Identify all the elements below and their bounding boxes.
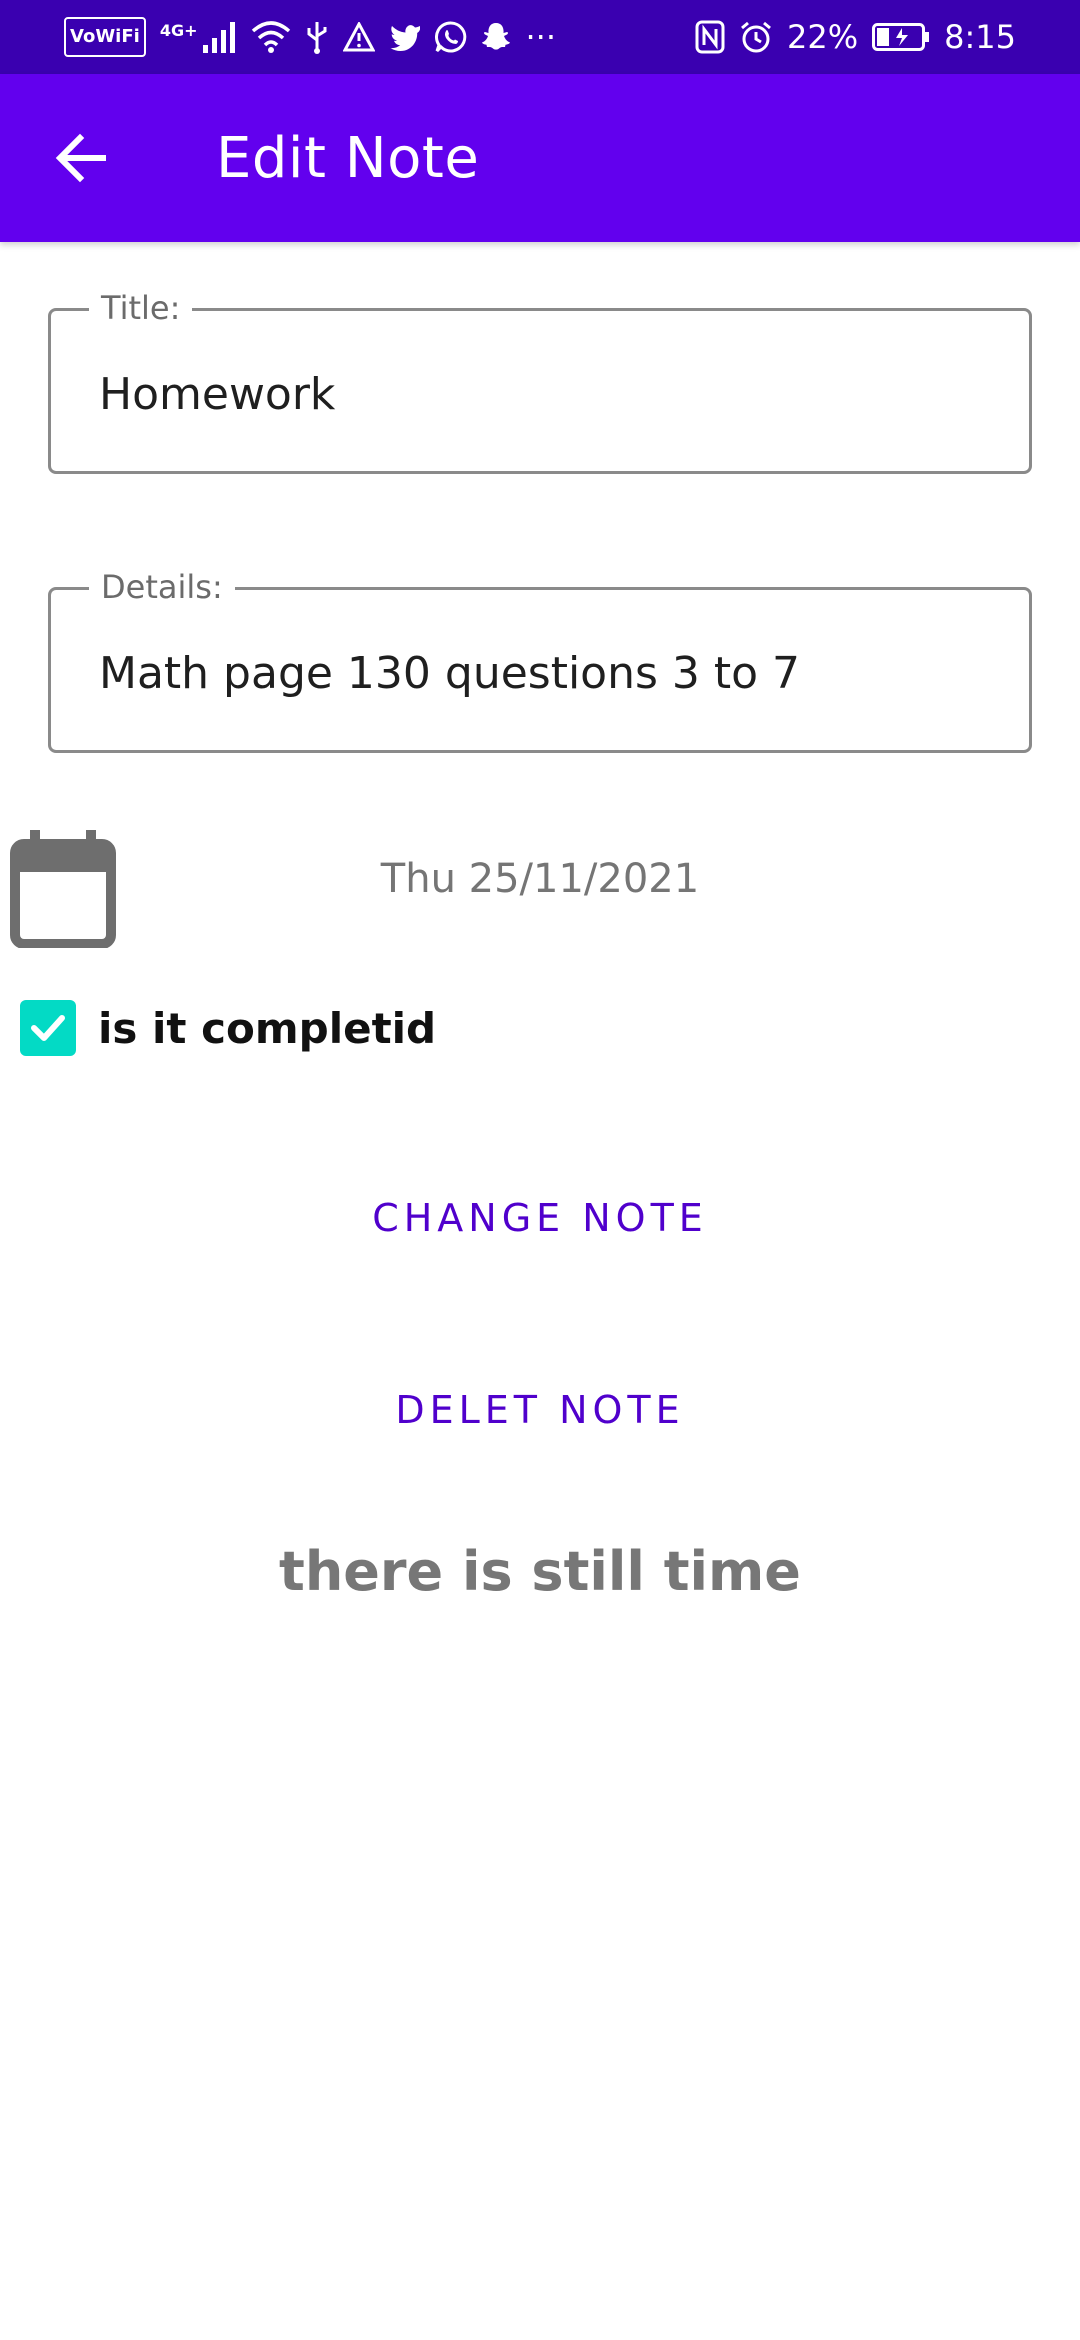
page-title: Edit Note xyxy=(216,125,480,191)
warning-icon xyxy=(343,17,376,57)
twitter-icon xyxy=(389,17,421,57)
status-bar-right: 22% 8:15 xyxy=(695,17,1016,57)
battery-charging-icon xyxy=(872,17,930,57)
status-bar-left: VoWiFi 4G+ ··· xyxy=(64,17,556,57)
clock-time: 8:15 xyxy=(944,18,1016,56)
delete-note-button[interactable]: DELET NOTE xyxy=(0,1388,1080,1432)
wifi-icon xyxy=(251,17,291,57)
status-bar: VoWiFi 4G+ ··· 22% 8:15 xyxy=(0,0,1080,74)
vowifi-icon: VoWiFi xyxy=(64,17,146,57)
completed-checkbox[interactable] xyxy=(20,1000,76,1056)
details-field-label: Details: xyxy=(89,568,235,606)
app-bar: Edit Note xyxy=(0,74,1080,242)
details-field[interactable]: Details: Math page 130 questions 3 to 7 xyxy=(48,568,1032,753)
more-notifications-icon: ··· xyxy=(525,18,556,56)
title-field[interactable]: Title: Homework xyxy=(48,289,1032,474)
battery-percentage: 22% xyxy=(787,18,859,56)
snapchat-icon xyxy=(481,17,511,57)
time-status-message: there is still time xyxy=(279,1540,801,1603)
whatsapp-icon xyxy=(435,17,467,57)
checkmark-icon xyxy=(31,1015,65,1041)
completed-checkbox-label[interactable]: is it completid xyxy=(98,1004,436,1053)
selected-date[interactable]: Thu 25/11/2021 xyxy=(0,856,1080,902)
network-type-label: 4G+ xyxy=(159,20,198,40)
details-field-value[interactable]: Math page 130 questions 3 to 7 xyxy=(99,648,800,699)
title-field-value[interactable]: Homework xyxy=(99,369,335,420)
date-row: Thu 25/11/2021 xyxy=(0,830,1080,950)
title-field-label: Title: xyxy=(89,289,193,327)
arrow-left-icon xyxy=(55,133,106,183)
alarm-icon xyxy=(739,17,773,57)
completed-checkbox-row[interactable]: is it completid xyxy=(20,998,436,1058)
nfc-icon xyxy=(695,17,725,57)
usb-icon xyxy=(305,17,329,57)
back-button[interactable] xyxy=(22,98,142,218)
signal-icon xyxy=(203,17,237,57)
change-note-button[interactable]: CHANGE NOTE xyxy=(0,1196,1080,1240)
